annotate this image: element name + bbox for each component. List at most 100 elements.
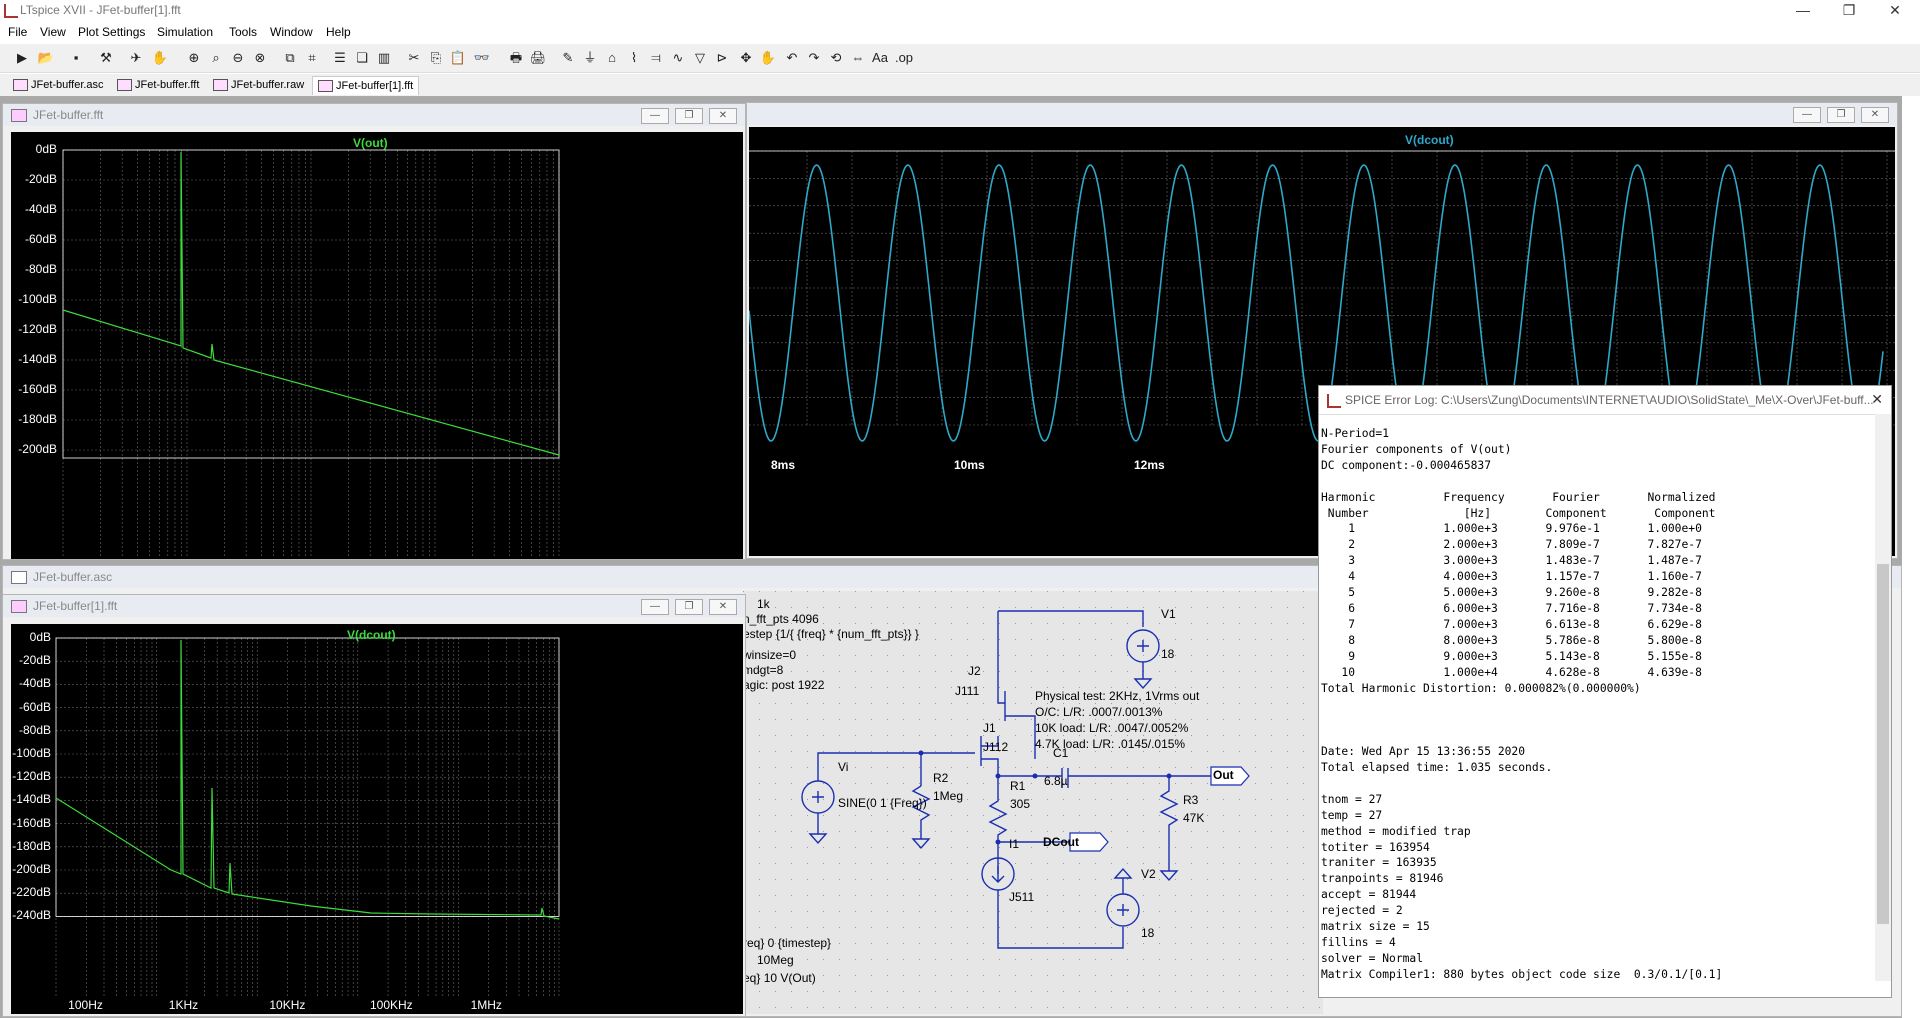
directive-text[interactable]: n_fft_pts 4096 [743,612,819,626]
restore-icon[interactable]: ❐ [675,108,703,124]
directive-text[interactable]: req} 0 {timestep} [743,936,831,950]
component-ref[interactable]: J1 [983,721,996,735]
ground-icon[interactable]: ⏚ [580,48,600,68]
minimize-icon[interactable]: — [1793,107,1821,123]
mirror-icon[interactable]: ⇔ [848,48,868,68]
spice-directive-icon[interactable]: .op [894,48,914,68]
halt-icon[interactable]: ✋ [150,48,170,68]
error-log-text[interactable]: N-Period=1 Fourier components of V(out) … [1321,426,1722,983]
directive-text[interactable]: agic: post 1922 [743,678,824,692]
text-icon[interactable]: Aa [870,48,890,68]
restore-icon[interactable]: ❐ [675,599,703,615]
find-icon[interactable]: 👓 [472,48,492,68]
directive-text[interactable]: eq} 10 V(Out) [743,971,816,985]
menu-help[interactable]: Help [326,25,351,39]
component-icon[interactable]: ⊳ [712,48,732,68]
zoom-out-icon[interactable]: ⊖ [228,48,248,68]
inductor-icon[interactable]: ∿ [668,48,688,68]
fft-bottom-plot-area[interactable]: 0dB -20dB -40dB -60dB -80dB -100dB -120dB -140d… [11,624,743,1014]
component-value[interactable]: 47K [1183,811,1204,825]
close-icon[interactable]: ✕ [1871,391,1883,408]
undo-icon[interactable]: ↶ [782,48,802,68]
fft-top-plot-area[interactable]: 0dB -20dB -40dB -60dB -80dB -100dB -120dB -140d… [11,132,743,559]
restore-icon[interactable]: ❐ [1827,107,1855,123]
resistor-icon[interactable]: ⌇ [624,48,644,68]
component-ref[interactable]: R1 [1010,779,1025,793]
net-label-out[interactable]: Out [1213,768,1234,782]
move-icon[interactable]: ✥ [736,48,756,68]
component-value[interactable]: SINE(0 1 {Freq}) [838,796,927,810]
component-ref[interactable]: J2 [968,664,981,678]
label-net-icon[interactable]: ⌂ [602,48,622,68]
tile-vertical-icon[interactable]: ▥ [374,48,394,68]
trace-label-vout[interactable]: V(out) [353,136,388,150]
close-icon[interactable]: ✕ [1861,107,1889,123]
save-icon[interactable]: ▪ [66,48,86,68]
minimize-icon[interactable]: — [641,108,669,124]
tab-jfet-buffer-asc[interactable]: JFet-buffer.asc [8,76,109,94]
menu-simulation[interactable]: Simulation [157,25,213,39]
menu-tools[interactable]: Tools [229,25,257,39]
tab-jfet-buffer-fft[interactable]: JFet-buffer.fft [112,76,205,94]
note-text[interactable]: Physical test: 2KHz, 1Vrms out [1035,689,1199,703]
tab-jfet-buffer-1-fft[interactable]: JFet-buffer[1].fft [312,76,420,95]
directive-text[interactable]: estep {1/{ {freq} * {num_fft_pts}} } [743,627,919,641]
spice-error-log-window[interactable]: SPICE Error Log: C:\Users\Zung\Documents… [1318,385,1892,998]
directive-text[interactable]: winsize=0 [743,648,796,662]
copy-icon[interactable]: ⎘ [426,48,446,68]
grid-icon[interactable]: ⌗ [302,48,322,68]
note-text[interactable]: 10K load: L/R: .0047/.0052% [1035,721,1188,735]
drag-icon[interactable]: ✋ [758,48,778,68]
component-value[interactable]: J111 [955,684,979,698]
note-text[interactable]: O/C: L/R: .0007/.0013% [1035,705,1162,719]
autorange-icon[interactable]: ⧉ [280,48,300,68]
trace-label-vdcout[interactable]: V(dcout) [347,628,396,642]
component-ref[interactable]: R2 [933,771,948,785]
window-caption[interactable]: JFet-buffer.fft — ❐ ✕ [3,104,745,126]
redo-icon[interactable]: ↷ [804,48,824,68]
window-caption[interactable]: SPICE Error Log: C:\Users\Zung\Documents… [1319,386,1891,415]
minimize-button[interactable]: — [1780,0,1826,22]
close-icon[interactable]: ✕ [709,599,737,615]
component-value[interactable]: 305 [1010,797,1030,811]
scrollbar-thumb[interactable] [1877,564,1889,924]
tile-horizontal-icon[interactable]: ☰ [330,48,350,68]
component-ref[interactable]: Vi [838,760,848,774]
wire-icon[interactable]: ✎ [558,48,578,68]
pan-icon[interactable]: ⌕ [206,48,226,68]
net-label-dcout[interactable]: DCout [1043,835,1079,849]
menu-file[interactable]: File [8,25,27,39]
print-setup-icon[interactable]: 🖨 [528,48,548,68]
component-ref[interactable]: R3 [1183,793,1198,807]
control-panel-icon[interactable]: ⚒ [96,48,116,68]
window-caption[interactable]: — ❐ ✕ [747,103,1897,125]
menu-window[interactable]: Window [270,25,313,39]
cut-icon[interactable]: ✂ [404,48,424,68]
component-value[interactable]: 18 [1141,926,1154,940]
zoom-in-icon[interactable]: ⊕ [184,48,204,68]
component-ref[interactable]: V2 [1141,867,1156,881]
trace-label-vdcout[interactable]: V(dcout) [1405,133,1454,147]
open-folder-icon[interactable]: 📂 [36,48,56,68]
component-value[interactable]: 1Meg [933,789,963,803]
component-ref[interactable]: V1 [1161,607,1176,621]
cascade-icon[interactable]: ❏ [352,48,372,68]
component-ref[interactable]: C1 [1053,746,1068,760]
window-caption[interactable]: JFet-buffer[1].fft — ❐ ✕ [3,595,745,617]
diode-icon[interactable]: ▽ [690,48,710,68]
component-value[interactable]: J511 [1009,890,1034,904]
schematic-canvas[interactable]: 1k n_fft_pts 4096 estep {1/{ {freq} * {n… [743,591,1323,1014]
directive-text[interactable]: mdgt=8 [743,663,783,677]
menu-plot-settings[interactable]: Plot Settings [78,25,145,39]
component-value[interactable]: 18 [1161,647,1174,661]
print-icon[interactable]: 🖶 [506,48,526,68]
directive-text[interactable]: 10Meg [757,953,794,967]
run-icon[interactable]: ✈ [126,48,146,68]
tab-jfet-buffer-raw[interactable]: JFet-buffer.raw [208,76,310,94]
component-value[interactable]: 6.8µ [1044,774,1068,788]
fft-bottom-window[interactable]: JFet-buffer[1].fft — ❐ ✕ 0dB -20dB -40dB -60d… [2,594,746,1017]
capacitor-icon[interactable]: ⫤ [646,48,666,68]
rotate-icon[interactable]: ⟲ [826,48,846,68]
component-value[interactable]: J112 [983,740,1008,754]
new-schematic-icon[interactable]: ▶ [12,48,32,68]
